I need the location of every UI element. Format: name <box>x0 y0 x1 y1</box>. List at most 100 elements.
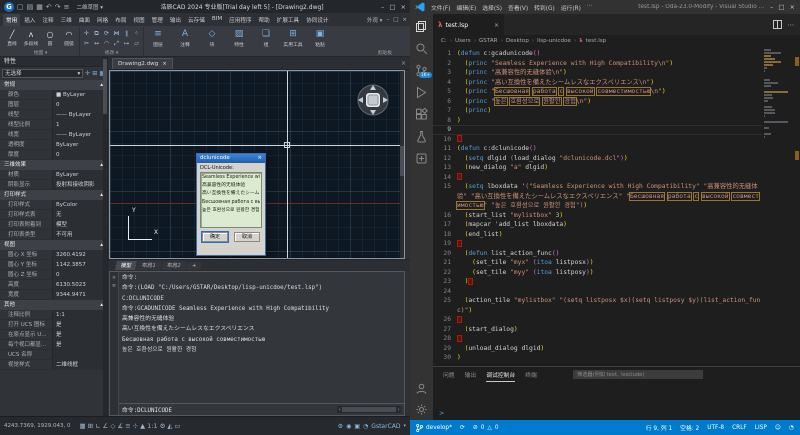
feedback-icon[interactable]: ☺ <box>775 425 781 431</box>
branch-indicator[interactable]: develop* <box>416 424 452 432</box>
ribbon-tab-10[interactable]: 输出 <box>167 14 184 26</box>
code-line[interactable]: 23 ) <box>433 277 762 287</box>
new-icon[interactable]: ▢ <box>17 1 24 13</box>
breadcrumb-item[interactable]: Desktop <box>506 38 529 44</box>
property-value[interactable]: 0 <box>52 270 107 279</box>
code-line[interactable]: 12 (setq dlgid (load_dialog "dclunicode.… <box>433 154 762 164</box>
ribbon-tab-1[interactable]: 常用 <box>3 14 20 26</box>
drawing-tab[interactable]: Drawing2.dwg × <box>112 58 173 69</box>
property-value[interactable]: ByColor <box>52 200 107 209</box>
code-line[interactable]: 17 (mapcar 'add_list lboxdata) <box>433 220 762 230</box>
ribbon-tab-5[interactable]: 曲面 <box>76 14 93 26</box>
command-customize-icon[interactable]: ≡ <box>110 282 118 290</box>
lineweight-icon[interactable]: ≡ <box>125 422 130 430</box>
cloud-icon[interactable]: ◔ <box>363 423 368 430</box>
ribbon-tab-7[interactable]: 布局 <box>112 14 129 26</box>
section-header[interactable]: 三维效果▴ <box>0 160 107 170</box>
list-item[interactable]: 높은 호환성으로 원활한 경험 <box>202 207 260 215</box>
isolate-icon[interactable]: ◭ <box>167 422 172 430</box>
object-snap-icon[interactable]: ◇ <box>110 422 115 430</box>
layout-tab-模型[interactable]: 模型 <box>115 261 137 270</box>
maximize-button[interactable]: □ <box>778 3 784 11</box>
tab-close-icon[interactable]: × <box>494 22 499 29</box>
property-value[interactable]: 二维线框 <box>52 360 107 369</box>
button-paste-icon[interactable]: ▣粘贴 <box>308 28 332 48</box>
ribbon-tab-8[interactable]: 视图 <box>130 14 147 26</box>
offset-icon[interactable]: ∥ <box>122 29 131 38</box>
property-value[interactable]: 3260.4192 <box>52 250 107 259</box>
code-line[interactable]: 15 (setq lboxdata '("Seamless Experience… <box>433 182 762 211</box>
scale-1-1[interactable]: 1:1 <box>147 422 157 430</box>
property-value[interactable]: 1 <box>52 120 107 129</box>
code-line[interactable]: 8) <box>433 116 762 126</box>
tool-circle-icon[interactable]: ○圆 <box>42 29 58 47</box>
more-actions-icon[interactable]: ⋯ <box>788 21 795 29</box>
canvas-scrollbar[interactable] <box>400 71 404 258</box>
list-item[interactable]: Бесшовная работа с высок <box>202 199 260 207</box>
code-line[interactable]: 13 (new_dialog "a" dlgid) <box>433 163 762 173</box>
workspace-selector[interactable]: 二维草图 ▾ <box>77 3 104 11</box>
code-line[interactable]: 26 <box>433 315 762 325</box>
polar-icon[interactable]: ∠ <box>103 422 109 430</box>
ribbon-tab-15[interactable]: 扩展工具 <box>274 14 302 26</box>
problems-indicator[interactable]: ⊘0 △0 <box>473 425 499 431</box>
save-icon[interactable]: ▦ <box>36 1 43 13</box>
gstarcad-logo-icon[interactable]: G <box>4 2 14 12</box>
code-line[interactable]: 19 <box>433 239 762 249</box>
dialog-listbox[interactable]: Seamless Experience with高兼容性的无缝体验高い互換性を備… <box>200 172 262 228</box>
drawing-canvas[interactable]: YX dclunicode <box>109 70 405 259</box>
properties-scrollbar[interactable] <box>103 57 107 416</box>
dynamic-input-icon[interactable]: ⊹ <box>133 422 138 430</box>
erase-icon[interactable]: ▱ <box>132 39 141 48</box>
code-line[interactable]: 11(defun c:dclunicode() <box>433 144 762 154</box>
property-value[interactable]: 0 <box>52 100 107 109</box>
code-line[interactable]: 14 <box>433 173 762 183</box>
filter-input[interactable] <box>573 370 703 379</box>
split-editor-icon[interactable] <box>773 20 782 29</box>
ribbon-tab-14[interactable]: 帮助 <box>256 14 273 26</box>
code-line[interactable]: 25 (action_tile "mylistbox" "(setq listp… <box>433 296 762 315</box>
property-value[interactable]: —— ByLayer <box>52 110 107 119</box>
code-line[interactable]: 21 (set_tile "myx" (itoa listposx)) <box>433 258 762 268</box>
breadcrumb[interactable]: C:›Users›GSTAR›Desktop›lisp-unicdoe›λtes… <box>433 35 800 47</box>
copy-icon[interactable]: ⧉ <box>92 29 101 38</box>
selection-dropdown[interactable]: 无选择▾ <box>2 69 83 78</box>
ribbon-tab-6[interactable]: 网格 <box>94 14 111 26</box>
property-value[interactable]: 是 <box>52 330 107 339</box>
extensions-icon[interactable] <box>415 106 428 119</box>
search-icon[interactable] <box>415 40 428 53</box>
code-line[interactable]: 1(defun c:gcadunicode() <box>433 49 762 59</box>
menu-选择(S)[interactable]: 选择(S) <box>482 3 502 12</box>
button-block-icon[interactable]: ◇块 <box>200 28 224 48</box>
chevron-down-icon[interactable]: ▾ <box>403 423 406 429</box>
object-track-icon[interactable]: ∡ <box>117 422 123 430</box>
undo-icon[interactable]: ↶ <box>46 1 52 13</box>
property-value[interactable]: —— ByLayer <box>52 130 107 139</box>
doc-close-button[interactable]: × <box>402 17 407 23</box>
move-icon[interactable]: ✛ <box>82 29 91 38</box>
open-icon[interactable]: ▤ <box>27 1 34 13</box>
panel-tab-调试控制台[interactable]: 调试控制台 <box>486 370 515 382</box>
breadcrumb-item[interactable]: Users <box>455 38 471 44</box>
ribbon-tab-12[interactable]: BIM <box>209 14 225 26</box>
section-header[interactable]: 其他▴ <box>0 300 107 310</box>
code-line[interactable]: 6 (princ "높은 호환성으로 원활한 경험\n") <box>433 97 762 107</box>
ribbon-tab-16[interactable]: 协同设计 <box>303 14 331 26</box>
status-item[interactable]: 空格: 2 <box>680 423 699 432</box>
menu-⋯[interactable]: ⋯ <box>587 3 593 12</box>
select-window-icon[interactable]: ⊞ <box>92 70 97 77</box>
print-icon[interactable]: ≡ <box>64 1 70 13</box>
sync-button[interactable]: ⟳ <box>460 425 465 431</box>
command-scrollbar[interactable]: ‹› <box>337 406 401 413</box>
close-button[interactable]: × <box>401 3 406 11</box>
property-value[interactable]: 不可用 <box>52 230 107 239</box>
code-line[interactable]: 28 <box>433 334 762 344</box>
doc-restore-button[interactable]: □ <box>393 17 398 23</box>
menu-编辑(E)[interactable]: 编辑(E) <box>456 3 476 12</box>
select-plus-icon[interactable]: ✛ <box>85 70 90 77</box>
button-layers-icon[interactable]: ≡图层 <box>146 28 170 48</box>
section-header[interactable]: 视图▴ <box>0 240 107 250</box>
appearance-dropdown[interactable]: 外观 ▾ <box>367 16 383 24</box>
list-item[interactable]: 高い互換性を備えたシームレ <box>202 190 260 198</box>
cancel-button[interactable]: 取消 <box>234 232 260 242</box>
